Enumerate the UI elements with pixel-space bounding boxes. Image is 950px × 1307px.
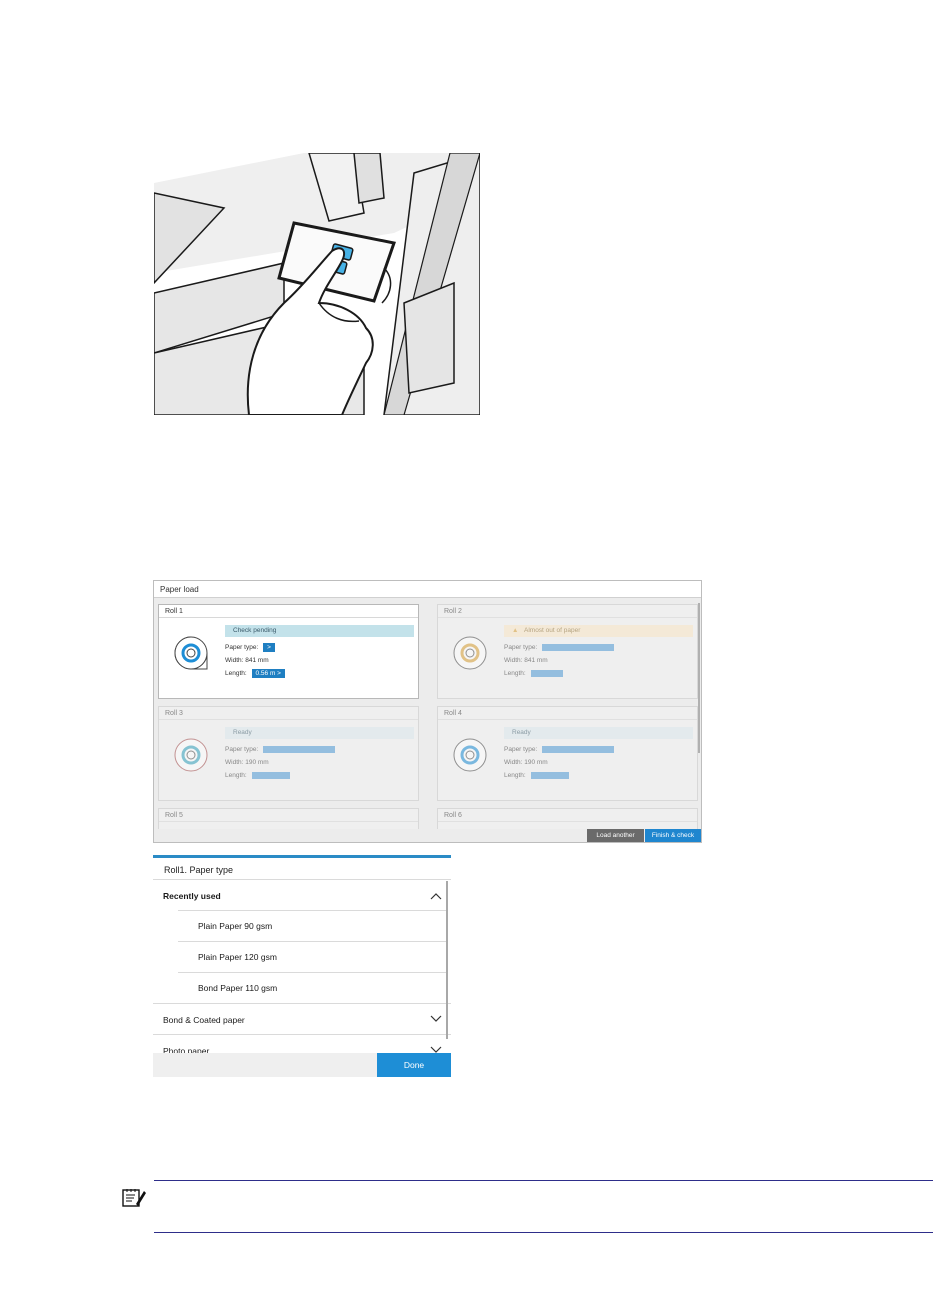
divider: [153, 1034, 451, 1035]
chevron-down-icon[interactable]: [430, 1015, 442, 1023]
scrollbar[interactable]: [698, 603, 700, 753]
length-label: Length:: [504, 772, 526, 779]
divider: [153, 879, 451, 880]
scrollbar[interactable]: [446, 881, 448, 1039]
divider: [178, 910, 446, 911]
paper-type-label: Paper type:: [225, 644, 259, 651]
length-field[interactable]: Length: 0.56 m >: [225, 669, 285, 678]
load-another-button[interactable]: Load another: [587, 829, 644, 842]
width-value: 841 mm: [524, 657, 548, 664]
length-chip[interactable]: 0.56 m >: [251, 669, 285, 678]
length-value-bar: [530, 771, 569, 779]
roll-status-text: Almost out of paper: [524, 627, 581, 634]
paper-type-field[interactable]: Paper type: >: [225, 643, 275, 652]
category-bond-coated[interactable]: Bond & Coated paper: [163, 1015, 245, 1025]
paper-type-option[interactable]: Plain Paper 120 gsm: [198, 952, 277, 962]
divider: [178, 941, 446, 942]
width-label: Width:: [504, 657, 523, 664]
length-label: Length:: [225, 670, 247, 677]
roll-title: Roll 2: [438, 605, 697, 618]
note-icon: [122, 1189, 146, 1207]
paper-type-label: Paper type:: [504, 644, 538, 651]
paper-load-title: Paper load: [154, 581, 701, 598]
roll-button-illustration: [154, 153, 480, 415]
roll-status: Ready: [225, 727, 414, 739]
paper-type-field[interactable]: Paper type:: [504, 745, 615, 754]
length-field[interactable]: Length:: [225, 771, 290, 780]
width-field: Width: 841 mm: [504, 656, 548, 665]
paper-roll-icon: [174, 738, 208, 772]
divider: [153, 1003, 451, 1004]
paper-type-option[interactable]: Bond Paper 110 gsm: [198, 983, 277, 993]
length-value-bar: [530, 669, 563, 677]
width-field: Width: 190 mm: [225, 758, 269, 767]
roll-title: Roll 4: [438, 707, 697, 720]
warning-icon: ▲: [512, 627, 519, 634]
paper-type-panel: Roll1. Paper type Recently used Plain Pa…: [153, 855, 451, 1077]
paper-type-field[interactable]: Paper type:: [225, 745, 336, 754]
paper-type-chip[interactable]: >: [263, 643, 275, 652]
chevron-up-icon[interactable]: [430, 892, 442, 900]
roll-status: Ready: [504, 727, 693, 739]
width-value: 190 mm: [524, 759, 548, 766]
width-field: Width: 190 mm: [504, 758, 548, 767]
paper-roll-icon: [453, 738, 487, 772]
roll-status: ▲ Almost out of paper: [504, 625, 693, 637]
width-label: Width:: [225, 657, 244, 664]
paper-roll-icon: [174, 636, 208, 670]
paper-type-value-bar: [542, 745, 615, 753]
paper-type-value-bar: [263, 745, 336, 753]
roll-card-3[interactable]: Roll 3 Ready Paper type: Width: 190 mm L…: [158, 706, 419, 801]
paper-type-label: Paper type:: [225, 746, 259, 753]
length-label: Length:: [225, 772, 247, 779]
paper-load-screen: Paper load Roll 1 Check pending Paper ty…: [153, 580, 702, 843]
length-label: Length:: [504, 670, 526, 677]
note-bottom-rule: [154, 1232, 933, 1233]
panel-accent-line: [153, 855, 451, 858]
width-value: 841 mm: [245, 657, 269, 664]
roll-title: Roll 3: [159, 707, 418, 720]
length-value-bar: [251, 771, 290, 779]
paper-roll-icon: [453, 636, 487, 670]
finish-check-button[interactable]: Finish & check: [645, 829, 701, 842]
recently-used-header[interactable]: Recently used: [163, 891, 221, 901]
width-label: Width:: [225, 759, 244, 766]
roll-card-4[interactable]: Roll 4 Ready Paper type: Width: 190 mm L…: [437, 706, 698, 801]
length-field[interactable]: Length:: [504, 771, 569, 780]
roll-title: Roll 1: [159, 605, 418, 618]
roll-card-2[interactable]: Roll 2 ▲ Almost out of paper Paper type:…: [437, 604, 698, 699]
width-value: 190 mm: [245, 759, 269, 766]
divider: [178, 972, 446, 973]
roll-card-1[interactable]: Roll 1 Check pending Paper type: > Width…: [158, 604, 419, 699]
roll-title: Roll 5: [159, 809, 418, 822]
width-label: Width:: [504, 759, 523, 766]
roll-title: Roll 6: [438, 809, 697, 822]
length-field[interactable]: Length:: [504, 669, 563, 678]
paper-type-field[interactable]: Paper type:: [504, 643, 615, 652]
done-button[interactable]: Done: [377, 1053, 451, 1077]
width-field: Width: 841 mm: [225, 656, 269, 665]
paper-type-value-bar: [542, 643, 615, 651]
paper-type-label: Paper type:: [504, 746, 538, 753]
panel-title: Roll1. Paper type: [164, 865, 234, 875]
note-top-rule: [154, 1180, 933, 1181]
roll-status: Check pending: [225, 625, 414, 637]
paper-type-option[interactable]: Plain Paper 90 gsm: [198, 921, 272, 931]
